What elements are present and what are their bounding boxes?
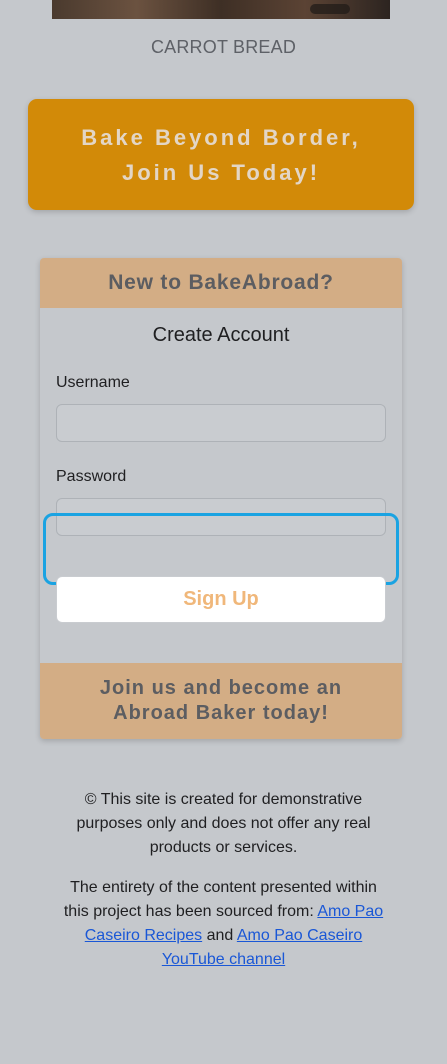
username-label: Username: [56, 374, 130, 391]
carrot-bread-image: [52, 0, 390, 19]
sign-up-button[interactable]: Sign Up: [56, 576, 386, 623]
recipe-caption: CARROT BREAD: [150, 37, 297, 57]
password-label: Password: [56, 468, 127, 485]
card-footer-line-1: Join us and become an: [99, 677, 343, 699]
cta-text: Bake Beyond Border, Join Us Today!: [56, 120, 386, 190]
attribution-joiner: and: [206, 927, 234, 944]
form-title: Create Account: [152, 324, 290, 346]
attribution-text: The entirety of the content presented wi…: [60, 876, 387, 972]
card-footer-line-2: Abroad Baker today!: [113, 702, 329, 724]
cta-line-2: Join Us Today!: [121, 159, 321, 185]
card-footer-text: Join us and become an Abroad Baker today…: [71, 676, 371, 726]
username-input[interactable]: [56, 404, 386, 442]
card-header: New to BakeAbroad?: [40, 258, 402, 308]
cta-line-1: Bake Beyond Border,: [81, 124, 361, 150]
disclaimer-text: © This site is created for demonstrative…: [76, 791, 371, 856]
signup-button-focus-ring: [43, 513, 399, 585]
cta-banner: Bake Beyond Border, Join Us Today!: [28, 99, 414, 210]
card-footer: Join us and become an Abroad Baker today…: [40, 663, 402, 739]
signup-card: New to BakeAbroad? Create Account Userna…: [40, 258, 402, 739]
